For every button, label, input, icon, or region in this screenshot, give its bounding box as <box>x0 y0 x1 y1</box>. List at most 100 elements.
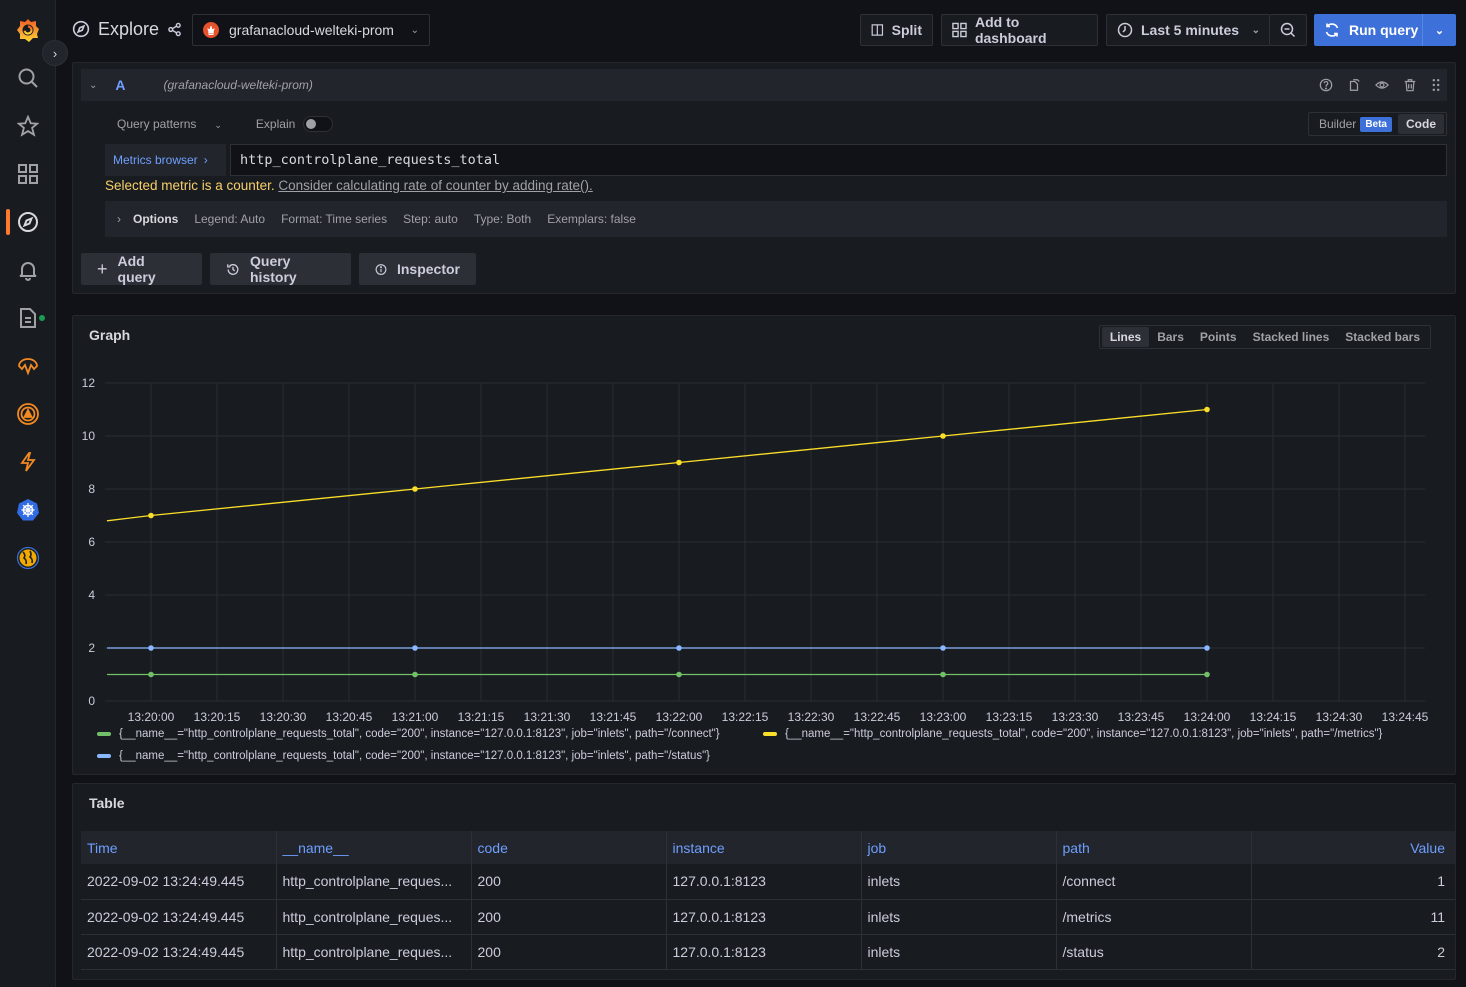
run-query-button[interactable]: Run query ⌄ <box>1314 14 1456 46</box>
data-point <box>148 671 154 678</box>
query-patterns-dropdown[interactable]: Query patterns ⌄ <box>117 117 222 131</box>
code-mode-button[interactable]: Code <box>1398 114 1444 134</box>
x-tick-label: 13:21:45 <box>590 710 637 724</box>
table-cell: 127.0.0.1:8123 <box>666 934 862 970</box>
data-point <box>676 459 682 466</box>
add-rate-link[interactable]: Consider calculating rate of counter by … <box>278 178 592 193</box>
split-icon <box>871 24 884 36</box>
chevron-down-icon: ⌄ <box>1251 24 1260 36</box>
data-point <box>412 486 418 492</box>
query-history-button[interactable]: Query history <box>210 253 351 285</box>
graph-title: Graph <box>89 327 131 343</box>
oncall-icon[interactable] <box>14 400 42 428</box>
promql-query-input[interactable]: http_controlplane_requests_total <box>230 144 1447 176</box>
editor-mode-toggle: Builder Beta Code <box>1307 112 1447 136</box>
explain-label: Explain <box>255 117 296 131</box>
x-tick-label: 13:23:30 <box>1052 710 1099 724</box>
datasource-name: grafanacloud-welteki-prom <box>229 22 394 38</box>
y-tick-label: 12 <box>82 376 96 390</box>
x-tick-label: 13:22:30 <box>788 710 835 724</box>
time-range-picker[interactable]: Last 5 minutes ⌄ <box>1106 14 1270 46</box>
table-title: Table <box>89 795 125 811</box>
page-title: Explore <box>98 18 160 39</box>
document-icon[interactable] <box>14 304 42 332</box>
x-tick-label: 13:22:00 <box>656 710 703 724</box>
metrics-browser-button[interactable]: Metrics browser › <box>105 144 226 176</box>
search-icon[interactable] <box>14 64 42 92</box>
apps-icon <box>952 22 967 38</box>
bell-icon[interactable] <box>14 256 42 284</box>
explore-compass-icon[interactable] <box>14 208 42 236</box>
column-header[interactable]: code <box>471 831 667 864</box>
column-header[interactable]: Time <box>81 831 277 864</box>
query-ref-id[interactable]: A <box>115 77 125 93</box>
x-tick-label: 13:24:15 <box>1250 710 1297 724</box>
table-cell: /metrics <box>1056 899 1252 935</box>
clock-icon <box>1117 22 1133 38</box>
run-query-dropdown[interactable]: ⌄ <box>1422 14 1456 46</box>
synthetic-globe-icon[interactable] <box>14 544 42 572</box>
table-cell: 127.0.0.1:8123 <box>666 899 862 935</box>
data-point <box>940 671 946 678</box>
inspector-button[interactable]: Inspector <box>359 253 476 285</box>
data-point <box>940 645 946 651</box>
mode-points[interactable]: Points <box>1192 327 1245 347</box>
legend-swatch <box>97 732 111 736</box>
zoom-out-icon <box>1280 22 1296 38</box>
add-to-dashboard-button[interactable]: Add to dashboard <box>941 14 1098 46</box>
column-header[interactable]: instance <box>666 831 862 864</box>
help-icon[interactable] <box>1319 78 1333 92</box>
y-tick-label: 0 <box>88 694 95 708</box>
column-header[interactable]: __name__ <box>276 831 472 864</box>
dashboards-icon[interactable] <box>14 160 42 188</box>
machine-learning-icon[interactable] <box>14 352 42 380</box>
collapse-chevron-icon[interactable]: ⌄ <box>89 80 97 91</box>
x-tick-label: 13:20:15 <box>194 710 241 724</box>
eye-icon[interactable] <box>1375 78 1389 92</box>
kubernetes-icon[interactable] <box>14 496 42 524</box>
x-tick-label: 13:22:45 <box>854 710 901 724</box>
y-tick-label: 10 <box>82 429 96 443</box>
column-header[interactable]: job <box>861 831 1057 864</box>
y-tick-label: 6 <box>88 535 95 549</box>
option-type: Type: Both <box>473 212 532 226</box>
expand-sidebar-button[interactable]: › <box>42 40 68 66</box>
add-query-button[interactable]: + Add query <box>81 253 202 285</box>
table-cell: inlets <box>861 899 1057 935</box>
option-exemplars: Exemplars: false <box>547 212 636 226</box>
legend-item[interactable]: {__name__="http_controlplane_requests_to… <box>97 750 710 762</box>
zoom-out-button[interactable] <box>1269 14 1307 46</box>
legend-item[interactable]: {__name__="http_controlplane_requests_to… <box>763 728 1382 740</box>
mode-bars[interactable]: Bars <box>1149 327 1192 347</box>
legend-item[interactable]: {__name__="http_controlplane_requests_to… <box>97 728 720 740</box>
status-dot <box>39 315 45 321</box>
time-series-chart[interactable]: 0 2 4 6 8 10 12 13:20:00 13:20:15 13:20:30 13:20:4… <box>73 316 1457 776</box>
query-row-header: ⌄ A (grafanacloud-welteki-prom) <box>81 69 1447 101</box>
table-row: 2022-09-02 13:24:49.445 http_controlplane… <box>81 934 1455 970</box>
legend-label: {__name__="http_controlplane_requests_to… <box>119 728 720 740</box>
chevron-down-icon: ⌄ <box>214 120 222 130</box>
data-point <box>1204 671 1210 678</box>
datasource-picker[interactable]: grafanacloud-welteki-prom ⌄ <box>192 14 430 46</box>
table-row: 2022-09-02 13:24:49.445 http_controlplane… <box>81 864 1455 900</box>
query-options-row[interactable]: › Options Legend: Auto Format: Time seri… <box>105 201 1447 237</box>
column-header[interactable]: Value <box>1251 831 1455 864</box>
trash-icon[interactable] <box>1403 78 1417 92</box>
incident-bolt-icon[interactable] <box>14 448 42 476</box>
option-step: Step: auto <box>403 212 458 226</box>
grafana-logo-icon[interactable] <box>14 16 42 44</box>
split-button[interactable]: Split <box>860 14 933 46</box>
mode-stacked-bars[interactable]: Stacked bars <box>1337 327 1428 347</box>
star-icon[interactable] <box>14 112 42 140</box>
builder-mode-button[interactable]: Builder <box>1311 117 1360 131</box>
mode-stacked-lines[interactable]: Stacked lines <box>1245 327 1338 347</box>
share-icon[interactable] <box>167 22 182 37</box>
explain-toggle[interactable] <box>303 116 334 132</box>
column-header[interactable]: path <box>1056 831 1252 864</box>
sidebar <box>0 0 56 987</box>
active-indicator <box>6 209 10 235</box>
mode-lines[interactable]: Lines <box>1101 327 1150 347</box>
drag-handle-icon[interactable] <box>1431 78 1441 92</box>
duplicate-icon[interactable] <box>1347 78 1361 92</box>
chevron-right-icon: › <box>117 212 121 226</box>
